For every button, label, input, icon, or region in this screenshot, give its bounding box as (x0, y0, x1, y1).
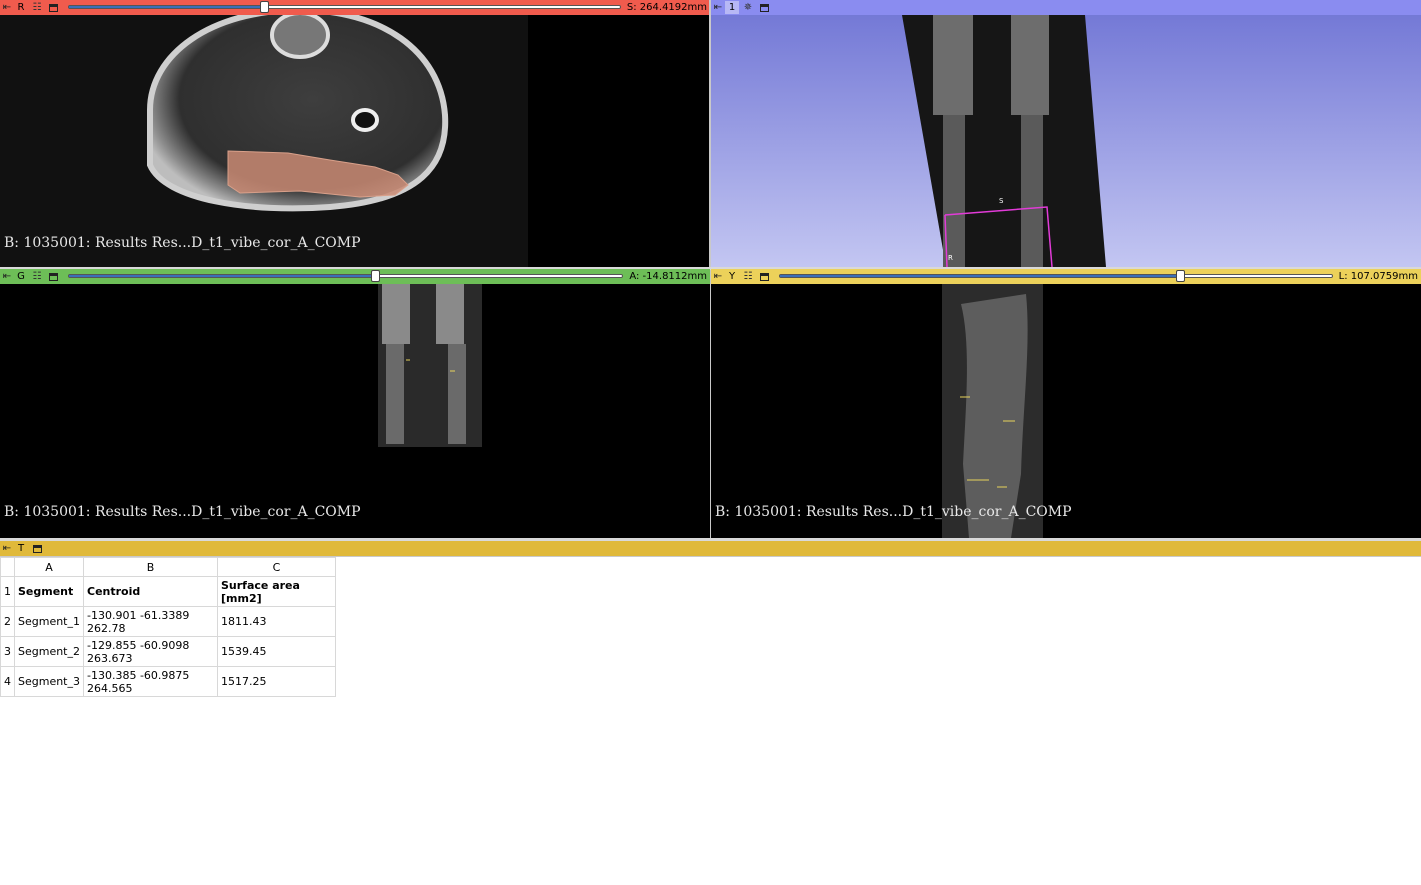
threed-view-letter[interactable]: 1 (725, 1, 739, 14)
row-number[interactable]: 1 (0, 576, 15, 607)
roi-box-label-r: R (948, 254, 953, 262)
row-number[interactable]: 3 (0, 636, 15, 667)
corner-header[interactable] (0, 557, 15, 577)
pin-icon[interactable]: ⇤ (0, 0, 14, 15)
green-slice-offset: A: -14.8112mm (629, 271, 707, 282)
green-slider-handle[interactable] (371, 270, 380, 282)
red-view-label: B: 1035001: Results Res...D_t1_vibe_cor_… (4, 235, 361, 251)
red-slider-handle[interactable] (260, 1, 269, 13)
yellow-slice-slider[interactable] (779, 269, 1333, 284)
segment-statistics-table-pane: A B C 1 Segment Centroid Surface area [m… (0, 556, 1421, 885)
roi-box-label-s: S (999, 197, 1004, 205)
red-view-controller-bar: ⇤ R ☷ S: 264.4192mm (0, 0, 710, 15)
table-cell[interactable]: 1517.25 (217, 666, 336, 697)
green-view-controller-bar: ⇤ G ☷ A: -14.8112mm (0, 269, 710, 284)
red-view-letter[interactable]: R (14, 1, 28, 14)
table-cell[interactable]: 1811.43 (217, 606, 336, 637)
table-cell[interactable]: -129.855 -60.9098 263.673 (83, 636, 218, 667)
table-view-controller-bar: ⇤ T (0, 541, 1421, 556)
table-row[interactable]: 4 Segment_3 -130.385 -60.9875 264.565 15… (0, 666, 336, 697)
table-row[interactable]: 3 Segment_2 -129.855 -60.9098 263.673 15… (0, 636, 336, 667)
coronal-volume-render: S R (902, 15, 1106, 267)
yellow-slice-viewport[interactable]: B: 1035001: Results Res...D_t1_vibe_cor_… (711, 284, 1421, 538)
column-header-row: A B C (0, 557, 336, 577)
pin-icon[interactable]: ⇤ (0, 541, 14, 556)
link-icon[interactable]: ☷ (30, 1, 44, 14)
red-slice-offset: S: 264.4192mm (626, 2, 707, 13)
table-cell[interactable]: Centroid (83, 576, 218, 607)
green-slice-viewport[interactable]: B: 1035001: Results Res...D_t1_vibe_cor_… (0, 284, 710, 538)
table-cell[interactable]: -130.385 -60.9875 264.565 (83, 666, 218, 697)
threed-viewport[interactable]: S R (711, 15, 1421, 267)
row-number[interactable]: 2 (0, 606, 15, 637)
center-3d-icon[interactable]: ✵ (741, 1, 755, 14)
table-cell[interactable]: 1539.45 (217, 636, 336, 667)
coronal-mri-image (378, 284, 482, 447)
yellow-slider-handle[interactable] (1176, 270, 1185, 282)
table-row[interactable]: 1 Segment Centroid Surface area [mm2] (0, 576, 336, 607)
threed-view-controller-bar: ⇤ 1 ✵ (711, 0, 1421, 15)
column-header-c[interactable]: C (217, 557, 336, 577)
yellow-view-label: B: 1035001: Results Res...D_t1_vibe_cor_… (715, 504, 1072, 520)
table-cell[interactable]: -130.901 -61.3389 262.78 (83, 606, 218, 637)
maximize-view-icon[interactable] (757, 270, 771, 283)
table-view-letter[interactable]: T (14, 542, 28, 555)
row-number[interactable]: 4 (0, 666, 15, 697)
pin-icon[interactable]: ⇤ (711, 269, 725, 284)
yellow-view-letter[interactable]: Y (725, 270, 739, 283)
green-view-letter[interactable]: G (14, 270, 28, 283)
table-cell[interactable]: Surface area [mm2] (217, 576, 336, 607)
maximize-view-icon[interactable] (30, 542, 44, 555)
column-header-b[interactable]: B (83, 557, 218, 577)
table-row[interactable]: 2 Segment_1 -130.901 -61.3389 262.78 181… (0, 606, 336, 637)
maximize-view-icon[interactable] (757, 1, 771, 14)
green-slice-slider[interactable] (68, 269, 624, 284)
maximize-view-icon[interactable] (46, 270, 60, 283)
table-cell[interactable]: Segment_2 (14, 636, 84, 667)
pin-icon[interactable]: ⇤ (0, 269, 14, 284)
link-icon[interactable]: ☷ (741, 270, 755, 283)
table-cell[interactable]: Segment_3 (14, 666, 84, 697)
column-header-a[interactable]: A (14, 557, 84, 577)
link-icon[interactable]: ☷ (30, 270, 44, 283)
yellow-slice-offset: L: 107.0759mm (1338, 271, 1418, 282)
red-slice-viewport[interactable]: B: 1035001: Results Res...D_t1_vibe_cor_… (0, 15, 710, 267)
red-slice-slider[interactable] (68, 0, 621, 15)
segment-statistics-table[interactable]: A B C 1 Segment Centroid Surface area [m… (0, 557, 336, 697)
maximize-view-icon[interactable] (46, 1, 60, 14)
table-cell[interactable]: Segment (14, 576, 84, 607)
sagittal-mri-image (942, 284, 1043, 538)
yellow-view-controller-bar: ⇤ Y ☷ L: 107.0759mm (711, 269, 1421, 284)
green-view-label: B: 1035001: Results Res...D_t1_vibe_cor_… (4, 504, 361, 520)
pin-icon[interactable]: ⇤ (711, 0, 725, 15)
table-cell[interactable]: Segment_1 (14, 606, 84, 637)
axial-mri-image (0, 15, 528, 267)
